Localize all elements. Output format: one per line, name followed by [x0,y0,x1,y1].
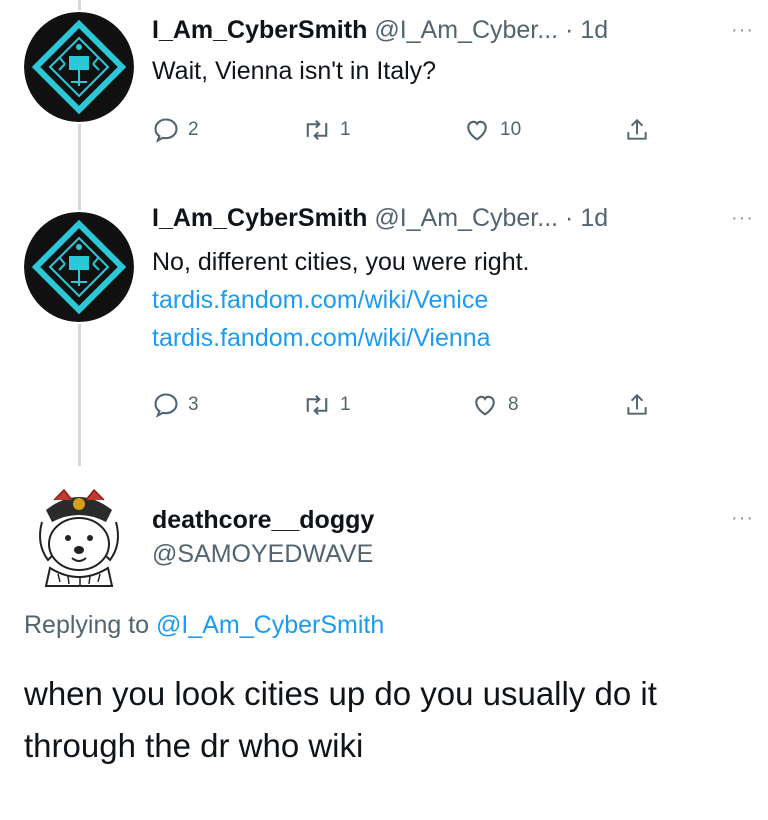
replying-to-mention[interactable]: @I_Am_CyberSmith [156,611,384,639]
more-icon[interactable]: ··· [731,508,754,528]
display-name[interactable]: deathcore__doggy [152,505,374,535]
tweet-header: I_Am_CyberSmith @I_Am_Cyber... · 1d [152,203,608,233]
more-icon[interactable]: ··· [731,20,754,40]
reply-count: 3 [188,394,199,415]
avatar[interactable] [24,12,134,122]
user-handle[interactable]: @I_Am_Cyber... [374,16,558,44]
user-handle[interactable]: @SAMOYEDWAVE [152,539,373,569]
avatar[interactable] [24,212,134,322]
avatar[interactable] [24,482,134,592]
tweet-actions: 3 1 8 [152,390,672,420]
retweet-count: 1 [340,394,351,415]
thread-line-top [78,0,81,10]
reply-text: when you look cities up do you usually d… [24,675,657,764]
timestamp[interactable]: · 1d [565,204,608,232]
share-icon [627,118,647,140]
tweet-body: No, different cities, you were right. ta… [152,243,530,357]
like-icon [467,120,487,141]
tweet-text: No, different cities, you were right. [152,248,530,276]
like-icon [475,395,495,416]
display-name[interactable]: I_Am_CyberSmith [152,16,367,44]
retweet-icon [306,120,328,140]
display-name[interactable]: I_Am_CyberSmith [152,204,367,232]
tweet-link[interactable]: tardis.fandom.com/wiki/Venice [152,281,530,319]
tweet-link[interactable]: tardis.fandom.com/wiki/Vienna [152,319,530,357]
reply-count: 2 [188,119,199,140]
cyber-avatar-icon [24,12,134,122]
user-handle[interactable]: @I_Am_Cyber... [374,204,558,232]
tweet-actions: 2 1 10 [152,115,672,145]
replying-to: Replying to @I_Am_CyberSmith [24,610,384,640]
reply-button[interactable]: 3 [152,390,199,420]
like-button[interactable]: 8 [470,390,519,420]
thread-connector-line [78,124,81,210]
cyber-avatar-icon [24,212,134,322]
retweet-icon [306,395,328,415]
tweet-text: Wait, Vienna isn't in Italy? [152,57,437,85]
share-icon [627,393,647,415]
share-button[interactable] [624,115,650,145]
tweet-header: I_Am_CyberSmith @I_Am_Cyber... · 1d [152,15,608,45]
reply-icon [154,118,178,143]
more-icon[interactable]: ··· [731,208,754,228]
like-button[interactable]: 10 [462,115,521,145]
like-count: 10 [500,119,522,140]
samoyed-avatar-icon [24,482,134,592]
share-button[interactable] [624,390,650,420]
replying-to-label: Replying to [24,611,150,639]
like-count: 8 [508,394,519,415]
retweet-button[interactable]: 1 [302,115,351,145]
retweet-count: 1 [340,119,351,140]
reply-icon [154,393,178,418]
retweet-button[interactable]: 1 [302,390,351,420]
reply-button[interactable]: 2 [152,115,199,145]
thread-connector-line [78,324,81,466]
timestamp[interactable]: · 1d [565,16,608,44]
